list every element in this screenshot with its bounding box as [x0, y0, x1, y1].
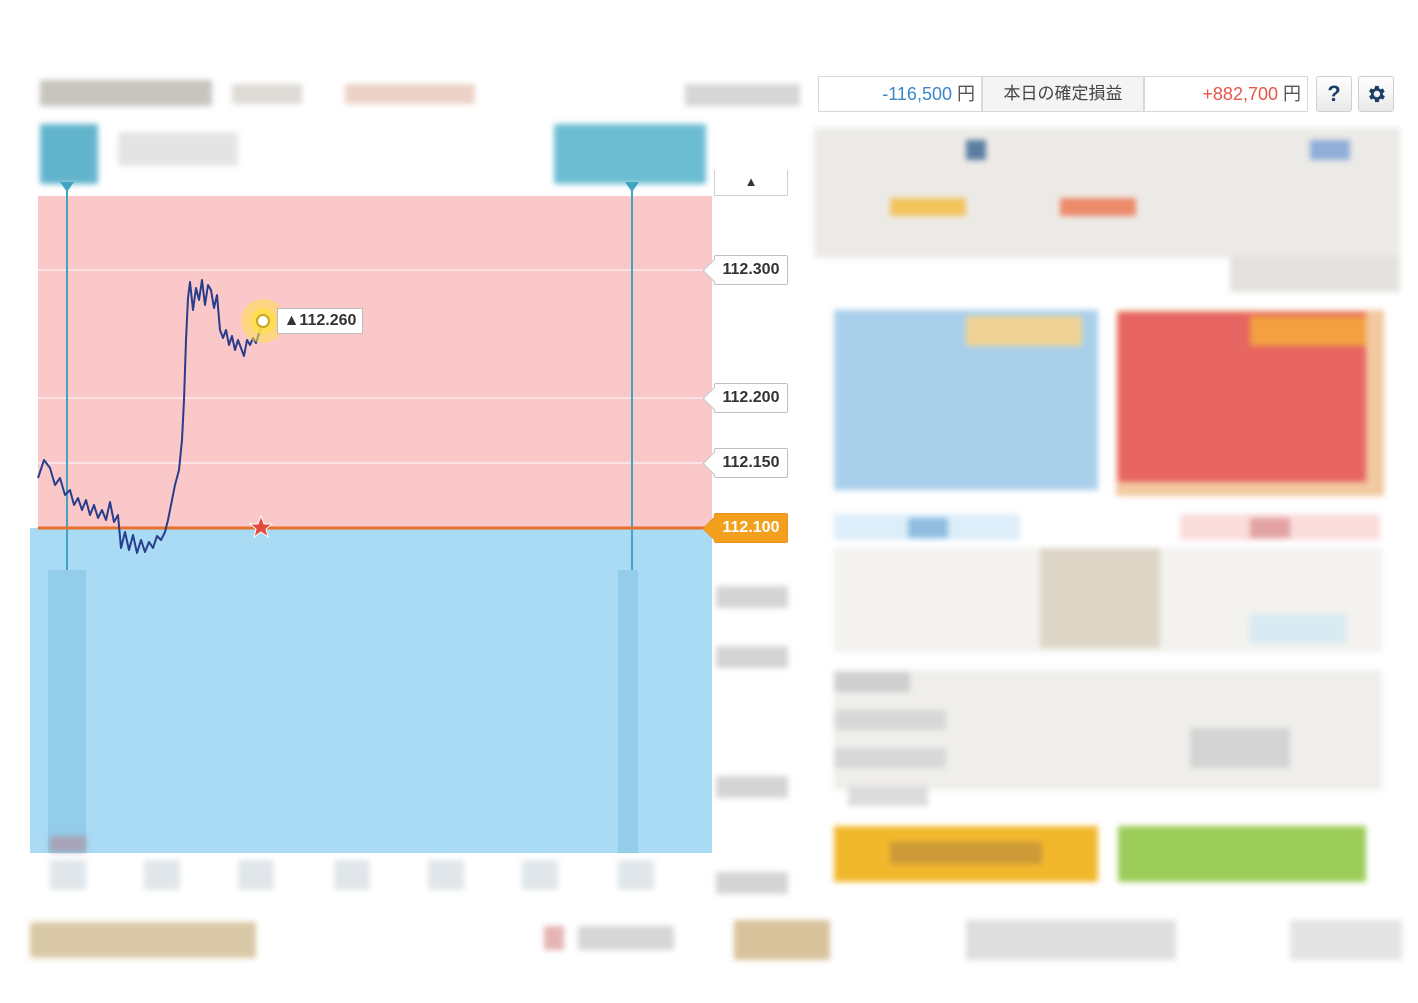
- star-icon: [248, 514, 274, 539]
- current-point: [256, 314, 270, 328]
- confirmed-pl-unit: 円: [1283, 84, 1301, 104]
- price-level-text: 112.150: [722, 454, 780, 471]
- confirmed-pl-value: +882,700: [1202, 84, 1278, 104]
- price-level-text: 112.300: [722, 261, 780, 278]
- price-level-112200: 112.200: [714, 383, 788, 413]
- help-icon: ?: [1327, 81, 1341, 106]
- target-price-text: ▲112.260: [283, 312, 357, 329]
- current-price-text: 112.100: [722, 519, 780, 536]
- price-level-text: 112.200: [722, 389, 780, 406]
- unrealized-pl-field: -116,500 円: [818, 76, 982, 112]
- confirmed-pl-field: +882,700 円: [1144, 76, 1308, 112]
- price-level-112300: 112.300: [714, 255, 788, 285]
- current-price-tag: 112.100: [714, 513, 788, 543]
- unrealized-pl-unit: 円: [957, 84, 975, 104]
- price-level-112150: 112.150: [714, 448, 788, 478]
- settings-button[interactable]: [1358, 76, 1394, 112]
- price-line: [37, 279, 264, 554]
- scroll-up-icon: ▲: [744, 174, 758, 189]
- gear-icon: [1369, 85, 1385, 103]
- scroll-up-button[interactable]: ▲: [714, 170, 788, 196]
- confirmed-pl-label-text: 本日の確定損益: [1003, 84, 1123, 103]
- confirmed-pl-label: 本日の確定損益: [982, 76, 1144, 112]
- unrealized-pl-value: -116,500: [882, 84, 952, 104]
- help-button[interactable]: ?: [1316, 76, 1352, 112]
- price-chart: [37, 186, 712, 570]
- target-price-label: ▲112.260: [277, 308, 363, 334]
